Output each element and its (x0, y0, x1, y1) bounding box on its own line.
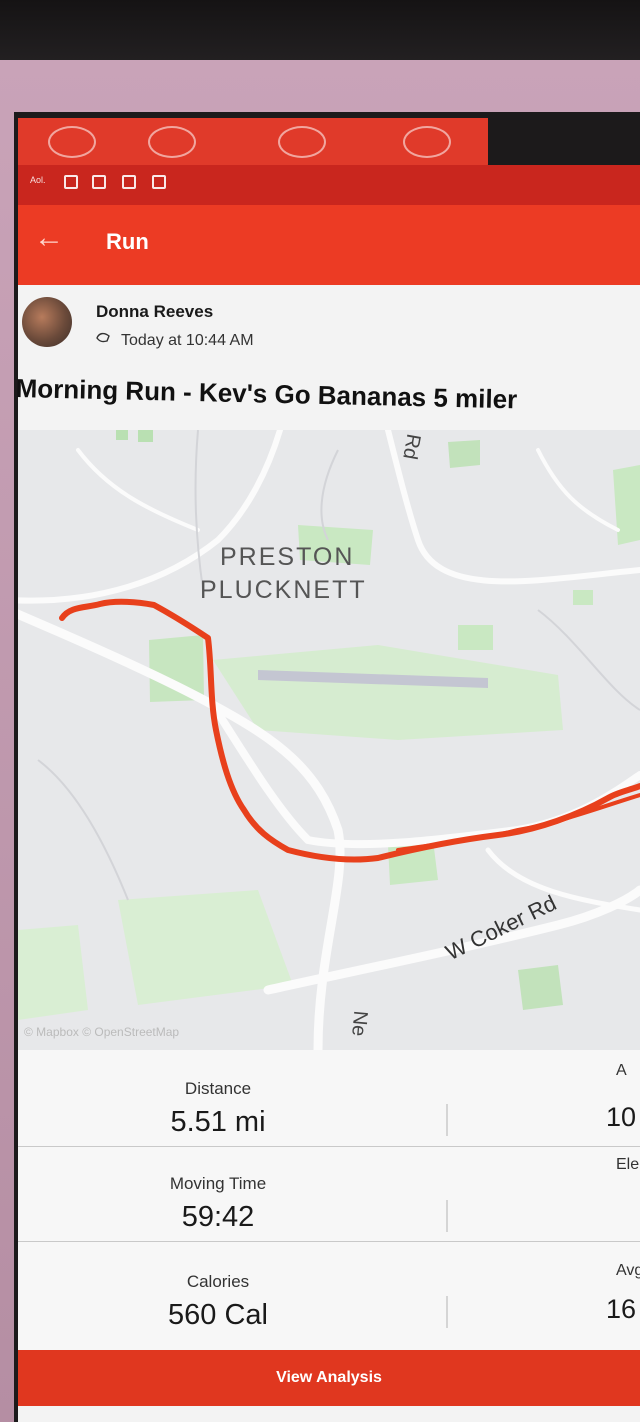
stat-label-partial: Ele (616, 1156, 640, 1173)
map-canvas (18, 430, 640, 1050)
strava-icon (122, 175, 136, 189)
moving-time-value: 59:42 (181, 1201, 255, 1233)
distance-label: Distance (184, 1079, 252, 1098)
map-area-label: PLUCKNETT (200, 576, 367, 604)
route-map[interactable]: PRESTON PLUCKNETT W Coker Rd Rd Ne © Map… (18, 430, 640, 1050)
divider (446, 1200, 448, 1232)
page-title: Run (106, 229, 149, 254)
avatar[interactable] (22, 297, 72, 347)
moving-time-label: Moving Time (169, 1174, 267, 1193)
map-road-label: Ne (347, 1009, 372, 1038)
athlete-name[interactable]: Donna Reeves (96, 302, 213, 322)
view-analysis-button[interactable]: View Analysis (18, 1350, 640, 1406)
notification-icon (278, 126, 326, 158)
activity-timestamp: Today at 10:44 AM (121, 332, 254, 349)
carrier-label: Aol. (30, 175, 46, 185)
stats-row: Distance 5.51 mi A 10 (18, 1050, 640, 1147)
map-attribution[interactable]: © Mapbox © OpenStreetMap (24, 1025, 179, 1039)
calendar-icon (92, 175, 106, 189)
map-area-label: PRESTON (220, 543, 355, 571)
activity-icon (152, 175, 166, 189)
arrow-left-icon[interactable]: ← (34, 223, 64, 253)
divider (446, 1104, 448, 1136)
activity-title: Morning Run - Kev's Go Bananas 5 miler (15, 373, 518, 415)
stat-value-partial: 16 (606, 1294, 637, 1324)
calories-value: 560 Cal (168, 1299, 268, 1331)
notification-icon (148, 126, 196, 158)
stats-row: Calories 560 Cal Avg 16 (18, 1242, 640, 1338)
stat-label-partial: Avg (616, 1262, 640, 1279)
activity-content: Donna Reeves Today at 10:44 AM Morning R… (15, 285, 640, 1422)
map-road-label: Rd (398, 432, 425, 462)
notification-strip (18, 118, 488, 170)
notification-icon (48, 126, 96, 158)
stat-label-partial: A (616, 1062, 627, 1079)
activity-stats: Distance 5.51 mi A 10 Moving Time 59:42 … (18, 1050, 640, 1360)
stats-row: Moving Time 59:42 Ele (18, 1146, 640, 1242)
watch-icon (96, 332, 110, 343)
calories-label: Calories (186, 1272, 250, 1291)
system-status-bar: Aol. (18, 165, 640, 205)
distance-value: 5.51 mi (170, 1106, 266, 1138)
stat-value-partial: 10 (606, 1102, 637, 1132)
app-header: ← Run (18, 205, 640, 297)
divider (446, 1296, 448, 1328)
notification-icon (403, 126, 451, 158)
facebook-icon (64, 175, 78, 189)
